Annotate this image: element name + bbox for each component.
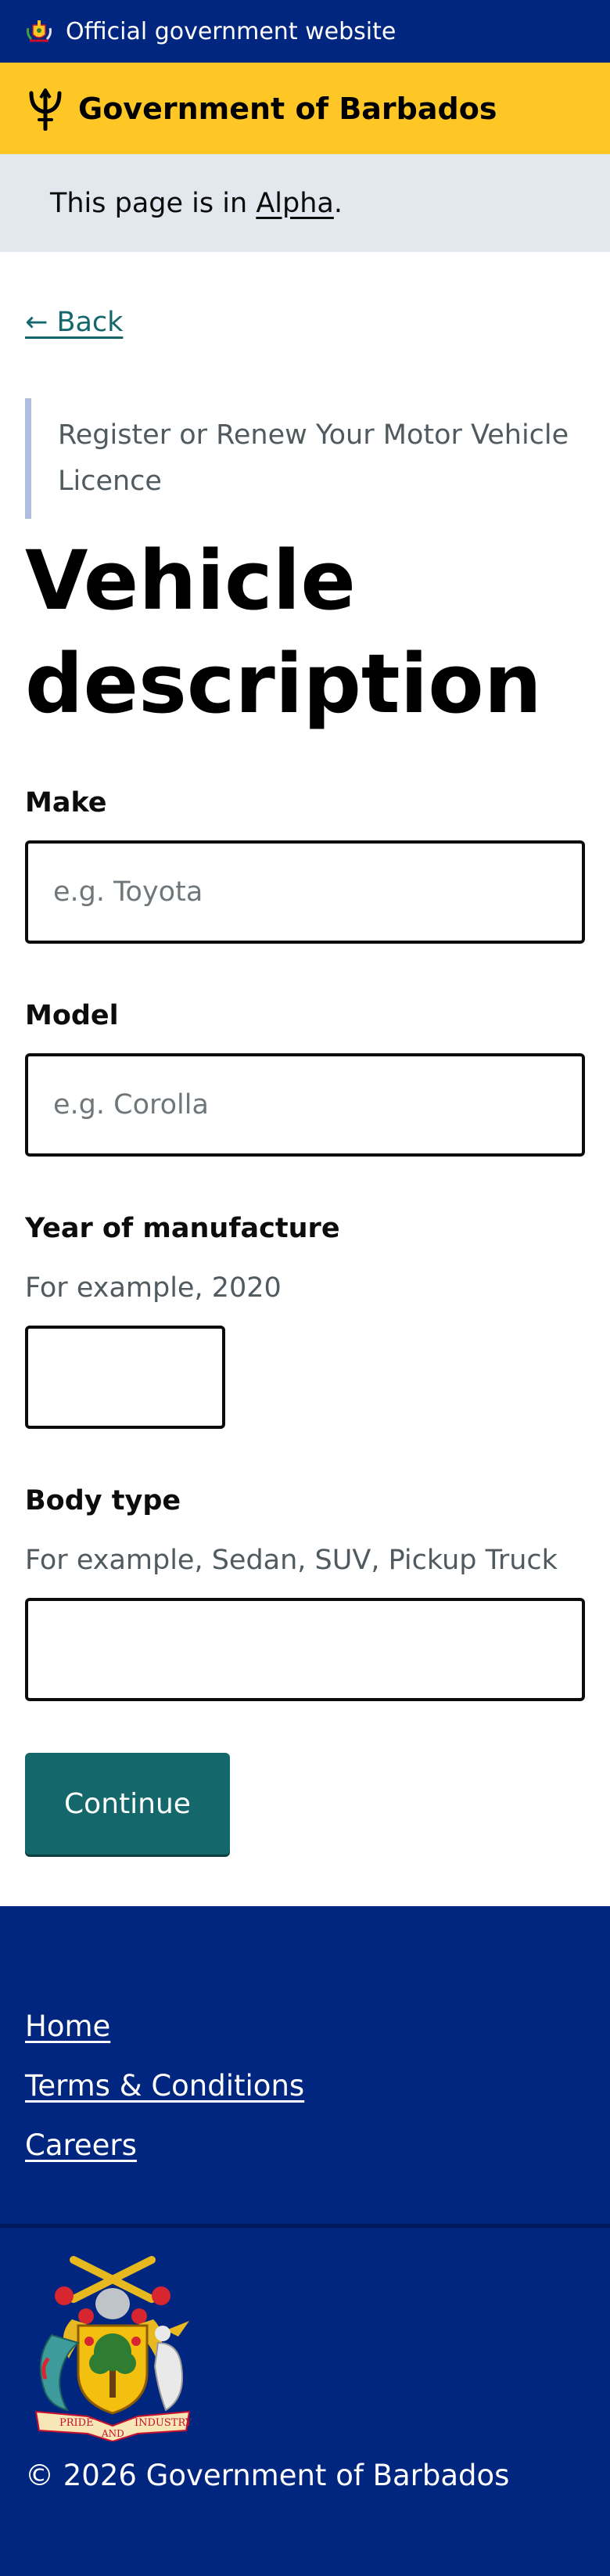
continue-button[interactable]: Continue — [25, 1753, 230, 1855]
year-input[interactable] — [25, 1326, 225, 1429]
site-header: Government of Barbados — [0, 63, 610, 154]
phase-link[interactable]: Alpha — [256, 188, 334, 219]
footer-divider — [0, 2224, 610, 2228]
year-label: Year of manufacture — [25, 1213, 340, 1244]
body-type-input[interactable] — [25, 1598, 585, 1701]
make-label: Make — [25, 787, 107, 818]
footer-link-terms[interactable]: Terms & Conditions — [25, 2069, 304, 2103]
phase-banner: This page is in Alpha. — [0, 154, 610, 252]
crest-motto-industry: INDUSTRY — [135, 2417, 192, 2429]
official-banner-text: Official government website — [66, 17, 396, 45]
body-type-label: Body type — [25, 1485, 181, 1516]
official-banner: Official government website — [0, 0, 610, 63]
coat-of-arms-icon: PRIDE AND INDUSTRY — [34, 2256, 192, 2441]
footer-link-home[interactable]: Home — [25, 2009, 110, 2043]
crest-motto-and: AND — [101, 2428, 124, 2439]
make-input[interactable] — [25, 840, 585, 944]
year-hint: For example, 2020 — [25, 1272, 282, 1304]
coat-of-arms-icon — [27, 20, 52, 42]
service-caption: Register or Renew Your Motor Vehicle Lic… — [25, 398, 572, 519]
model-input[interactable] — [25, 1053, 585, 1157]
crest-motto-pride: PRIDE — [59, 2417, 94, 2429]
phase-banner-suffix: . — [333, 187, 343, 219]
model-label: Model — [25, 1000, 119, 1031]
page-title: Vehicle description — [25, 533, 542, 732]
footer-link-careers[interactable]: Careers — [25, 2128, 137, 2162]
trident-icon[interactable] — [25, 87, 66, 131]
phase-banner-prefix: This page is in — [50, 187, 257, 219]
body-type-hint: For example, Sedan, SUV, Pickup Truck — [25, 1545, 558, 1576]
back-link[interactable]: ← Back — [25, 307, 123, 338]
copyright: © 2026 Government of Barbados — [25, 2459, 510, 2492]
site-title[interactable]: Government of Barbados — [78, 92, 497, 126]
